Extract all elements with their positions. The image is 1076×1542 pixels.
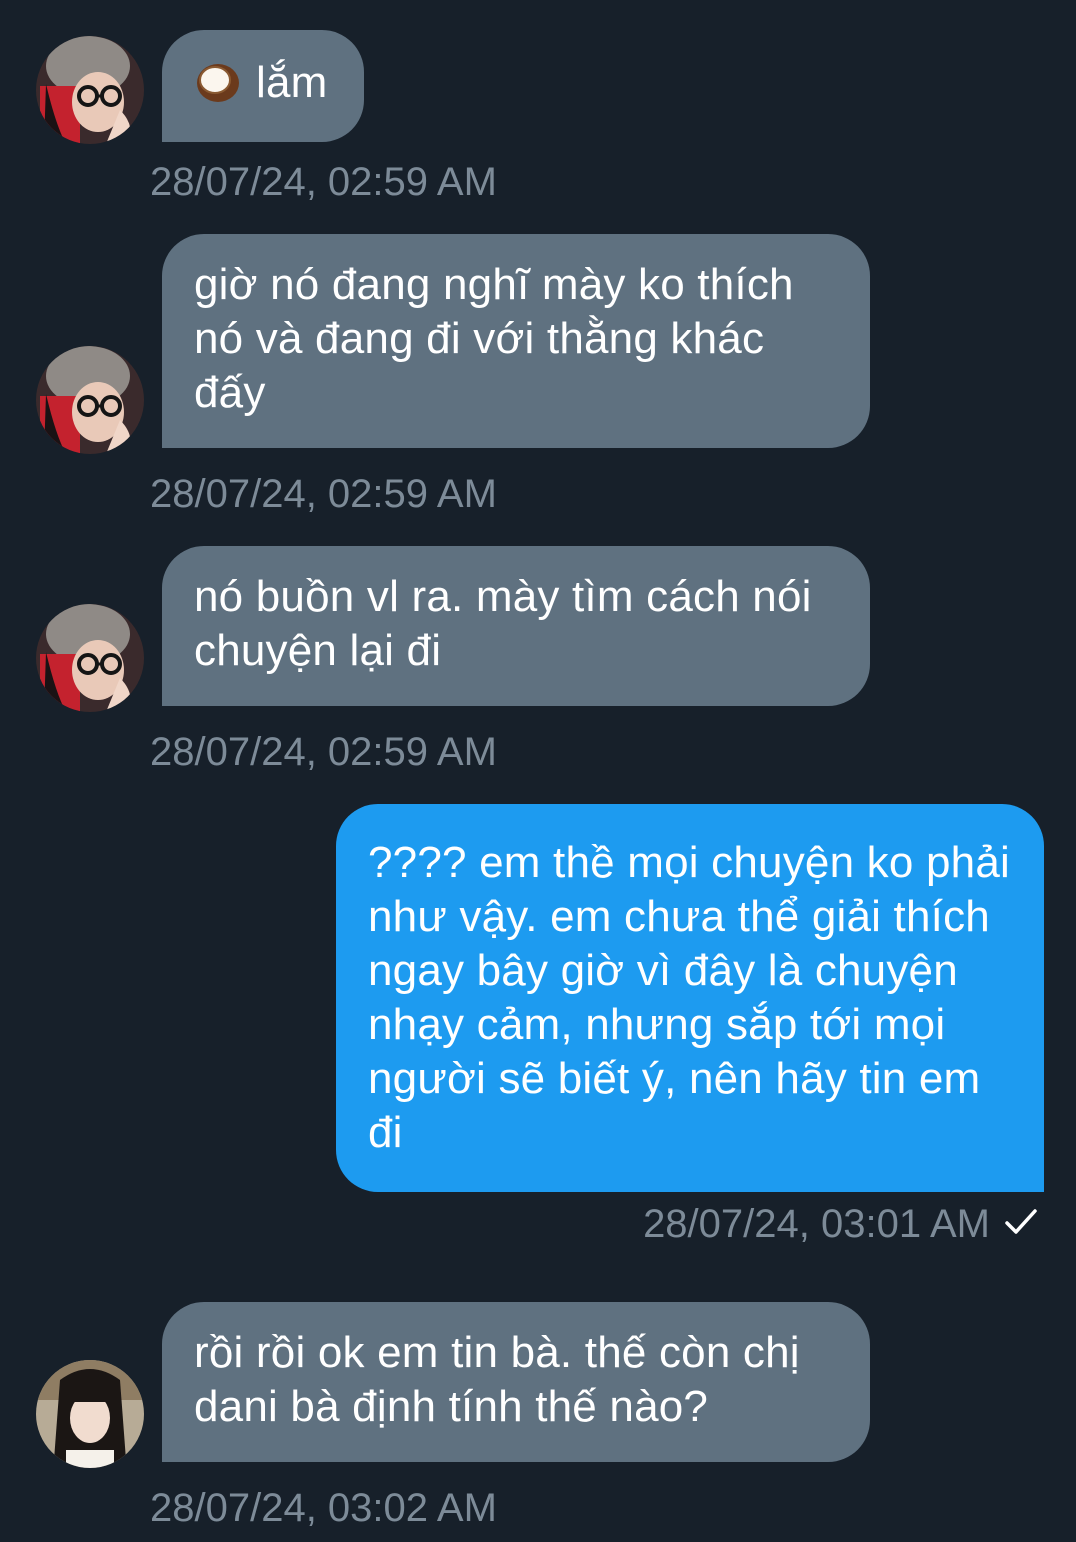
message-timestamp: 28/07/24, 02:59 AM [150, 730, 497, 774]
message-timestamp: 28/07/24, 03:01 AM [643, 1202, 990, 1246]
message-bubble[interactable]: rồi rồi ok em tin bà. thế còn chị dani b… [162, 1302, 870, 1462]
avatar-person-a-image [36, 36, 144, 144]
message-text: lắm [256, 58, 328, 107]
coconut-emoji-icon [194, 57, 242, 118]
message-text: giờ nó đang nghĩ mày ko thích nó và đang… [194, 260, 794, 417]
avatar-person-a-image [36, 604, 144, 712]
message-text: nó buồn vl ra. mày tìm cách nói chuyện l… [194, 572, 812, 675]
message-text: rồi rồi ok em tin bà. thế còn chị dani b… [194, 1328, 800, 1431]
check-icon [1004, 1200, 1038, 1248]
message-bubble[interactable]: lắm [162, 30, 364, 142]
message-timestamp-row: 28/07/24, 03:01 AM [643, 1200, 1038, 1248]
avatar-person-a-image [36, 346, 144, 454]
avatar-person-a[interactable] [36, 346, 144, 454]
message-text: ???? em thề mọi chuyện ko phải như vậy. … [368, 838, 1010, 1157]
avatar-person-b[interactable] [36, 1360, 144, 1468]
message-timestamp: 28/07/24, 03:02 AM [150, 1486, 497, 1530]
message-bubble-outgoing[interactable]: ???? em thề mọi chuyện ko phải như vậy. … [336, 804, 1044, 1192]
message-bubble[interactable]: giờ nó đang nghĩ mày ko thích nó và đang… [162, 234, 870, 448]
avatar-person-b-image [36, 1360, 144, 1468]
message-bubble[interactable]: nó buồn vl ra. mày tìm cách nói chuyện l… [162, 546, 870, 706]
avatar-person-a[interactable] [36, 36, 144, 144]
avatar-person-a[interactable] [36, 604, 144, 712]
message-timestamp: 28/07/24, 02:59 AM [150, 472, 497, 516]
message-timestamp: 28/07/24, 02:59 AM [150, 160, 497, 204]
